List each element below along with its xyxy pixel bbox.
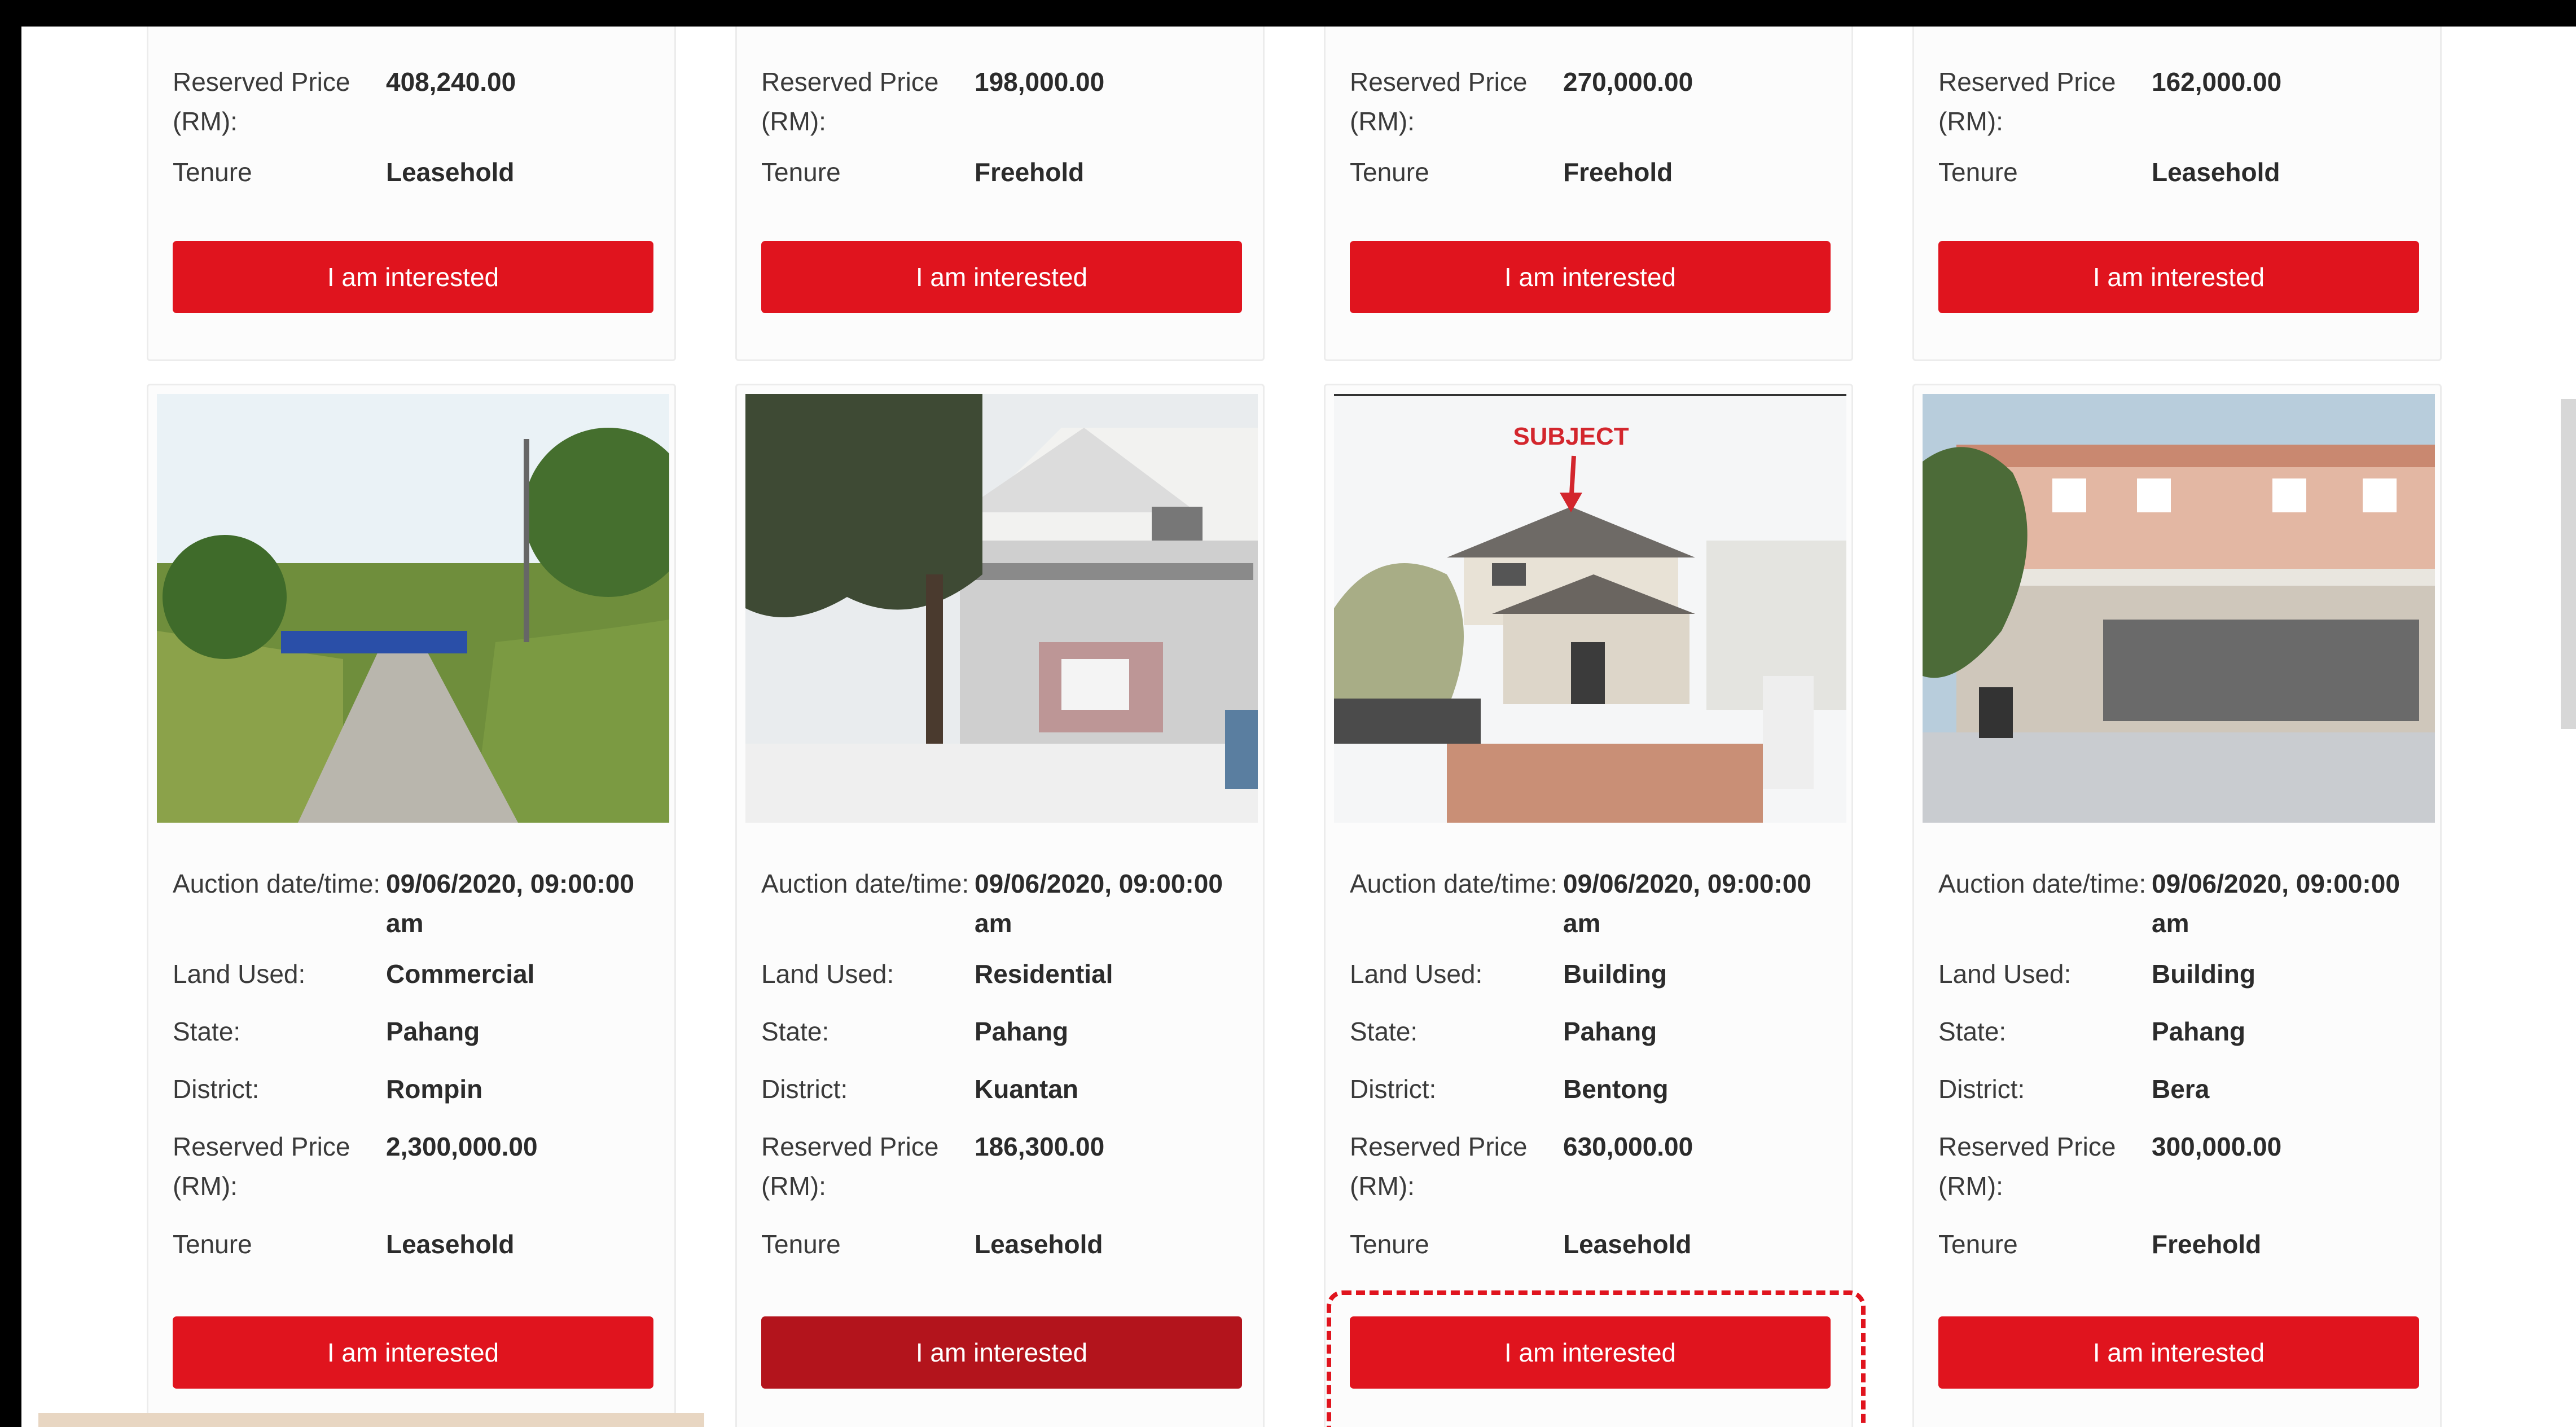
interested-button[interactable]: I am interested (1938, 241, 2419, 313)
reserved-price-value: 162,000.00 (2152, 67, 2282, 96)
auction-label: Auction date/time: (761, 869, 969, 898)
property-card: Reserved Price (RM): 270,000.00 Tenure F… (1324, 27, 1853, 361)
land-used-label: Land Used: (1350, 959, 1483, 989)
reserved-price-label: Reserved Price (RM): (761, 1132, 939, 1201)
target-highlight (1327, 1290, 1866, 1427)
auction-label: Auction date/time: (1350, 869, 1558, 898)
land-used-label: Land Used: (761, 959, 894, 989)
listing-page: Reserved Price (RM): 408,240.00 Tenure L… (21, 27, 2576, 1427)
tenure-label: Tenure (173, 1230, 252, 1259)
property-card: Auction date/time: 09/06/2020, 09:00:00 … (147, 384, 676, 1427)
district-value: Rompin (386, 1074, 483, 1104)
reserved-price-label: Reserved Price (RM): (761, 67, 939, 136)
state-value: Pahang (975, 1017, 1069, 1046)
reserved-price-label: Reserved Price (RM): (1350, 67, 1528, 136)
auction-value: 09/06/2020, 09:00:00 am (1563, 869, 1811, 938)
district-label: District: (761, 1074, 848, 1104)
tenure-value: Leasehold (2152, 157, 2280, 187)
tenure-value: Leasehold (975, 1230, 1103, 1259)
reserved-price-label: Reserved Price (RM): (1938, 67, 2116, 136)
reserved-price-label: Reserved Price (RM): (1938, 1132, 2116, 1201)
state-label: State: (1938, 1017, 2007, 1046)
reserved-price-value: 408,240.00 (386, 67, 516, 96)
land-used-value: Commercial (386, 959, 535, 989)
land-used-label: Land Used: (173, 959, 306, 989)
interested-button[interactable]: I am interested (761, 241, 1242, 313)
auction-value: 09/06/2020, 09:00:00 am (975, 869, 1223, 938)
district-label: District: (1938, 1074, 2025, 1104)
land-used-value: Residential (975, 959, 1113, 989)
state-value: Pahang (2152, 1017, 2246, 1046)
interested-button[interactable]: I am interested (173, 1316, 653, 1389)
interested-button[interactable]: I am interested (1350, 241, 1831, 313)
state-value: Pahang (1563, 1017, 1657, 1046)
state-label: State: (173, 1017, 241, 1046)
district-value: Kuantan (975, 1074, 1078, 1104)
property-card: Reserved Price (RM): 198,000.00 Tenure F… (735, 27, 1265, 361)
footer-strip (38, 1413, 704, 1427)
land-used-value: Building (2152, 959, 2255, 989)
property-card: SUBJECT Auction date/time: 09/06/2020, 0… (1324, 384, 1853, 1427)
reserved-price-value: 630,000.00 (1563, 1132, 1693, 1161)
land-used-label: Land Used: (1938, 959, 2072, 989)
state-label: State: (761, 1017, 830, 1046)
property-photo[interactable] (745, 394, 1258, 823)
property-card: Reserved Price (RM): 408,240.00 Tenure L… (147, 27, 676, 361)
auction-label: Auction date/time: (1938, 869, 2147, 898)
district-label: District: (1350, 1074, 1437, 1104)
interested-button[interactable]: I am interested (1938, 1316, 2419, 1389)
reserved-price-label: Reserved Price (RM): (1350, 1132, 1528, 1201)
reserved-price-value: 186,300.00 (975, 1132, 1105, 1161)
property-card: Reserved Price (RM): 162,000.00 Tenure L… (1912, 27, 2442, 361)
tenure-label: Tenure (1350, 1230, 1429, 1259)
reserved-price-label: Reserved Price (RM): (173, 67, 350, 136)
district-label: District: (173, 1074, 260, 1104)
district-value: Bentong (1563, 1074, 1669, 1104)
tenure-label: Tenure (761, 1230, 841, 1259)
auction-label: Auction date/time: (173, 869, 381, 898)
tenure-value: Leasehold (1563, 1230, 1692, 1259)
reserved-price-label: Reserved Price (RM): (173, 1132, 350, 1201)
tenure-value: Freehold (2152, 1230, 2262, 1259)
property-photo[interactable] (157, 394, 669, 823)
land-used-value: Building (1563, 959, 1667, 989)
tenure-label: Tenure (1938, 1230, 2018, 1259)
interested-button[interactable]: I am interested (173, 241, 653, 313)
property-photo[interactable] (1923, 394, 2435, 823)
subject-caption: SUBJECT (1513, 423, 1629, 450)
reserved-price-value: 300,000.00 (2152, 1132, 2282, 1161)
property-photo[interactable]: SUBJECT (1334, 394, 1846, 823)
state-label: State: (1350, 1017, 1418, 1046)
tenure-label: Tenure (173, 157, 252, 187)
tenure-value: Leasehold (386, 157, 515, 187)
tenure-label: Tenure (1938, 157, 2018, 187)
tenure-value: Freehold (975, 157, 1085, 187)
reserved-price-value: 2,300,000.00 (386, 1132, 538, 1161)
interested-button[interactable]: I am interested (761, 1316, 1242, 1389)
tenure-value: Leasehold (386, 1230, 515, 1259)
reserved-price-value: 198,000.00 (975, 67, 1105, 96)
tenure-value: Freehold (1563, 157, 1673, 187)
scrollbar-thumb[interactable] (2561, 399, 2576, 729)
district-value: Bera (2152, 1074, 2210, 1104)
auction-value: 09/06/2020, 09:00:00 am (2152, 869, 2400, 938)
tenure-label: Tenure (1350, 157, 1429, 187)
tenure-label: Tenure (761, 157, 841, 187)
reserved-price-value: 270,000.00 (1563, 67, 1693, 96)
state-value: Pahang (386, 1017, 480, 1046)
property-card: Auction date/time: 09/06/2020, 09:00:00 … (1912, 384, 2442, 1427)
auction-value: 09/06/2020, 09:00:00 am (386, 869, 634, 938)
property-card: Auction date/time: 09/06/2020, 09:00:00 … (735, 384, 1265, 1427)
